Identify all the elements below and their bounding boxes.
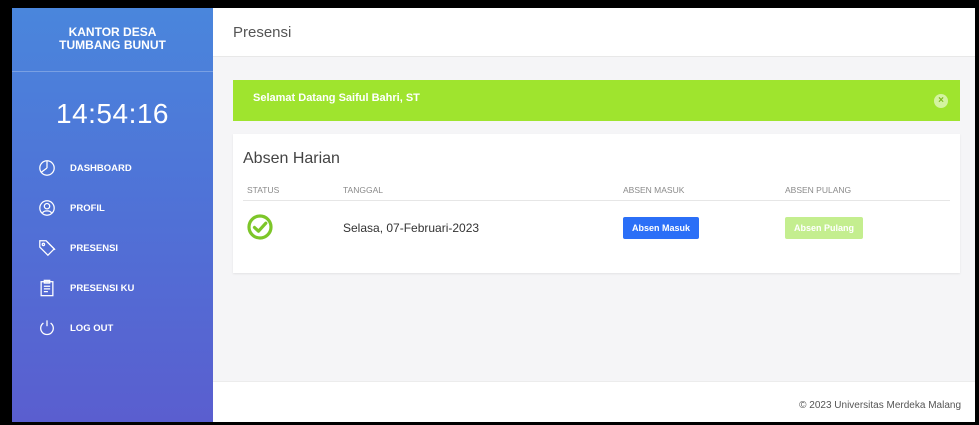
user-circle-icon [39, 200, 55, 216]
app-window: KANTOR DESA TUMBANG BUNUT 14:54:16 DASHB… [12, 8, 975, 422]
column-header-absen-pulang: ABSEN PULANG [785, 185, 852, 195]
attendance-card: Absen Harian STATUS TANGGAL ABSEN MASUK … [233, 134, 960, 273]
check-circle-icon [247, 214, 273, 240]
welcome-alert: Selamat Datang Saiful Bahri, ST × [233, 80, 960, 121]
clipboard-icon [40, 279, 54, 297]
copyright-text: © 2023 Universitas Merdeka Malang [799, 400, 961, 411]
clock: 14:54:16 [56, 98, 169, 129]
card-title: Absen Harian [243, 150, 340, 167]
page-header: Presensi [213, 8, 975, 57]
close-icon[interactable]: × [934, 94, 948, 108]
absen-masuk-button[interactable]: Absen Masuk [623, 217, 700, 239]
sidebar-item-presensi-ku[interactable]: PRESENSI KU [12, 268, 213, 308]
attendance-date: Selasa, 07-Februari-2023 [343, 221, 480, 235]
column-header-absen-masuk: ABSEN MASUK [623, 185, 685, 195]
main-content: Presensi Selamat Datang Saiful Bahri, ST… [213, 8, 975, 422]
tag-icon [39, 240, 56, 257]
footer: © 2023 Universitas Merdeka Malang [213, 381, 975, 422]
sidebar-item-label: PROFIL [70, 202, 105, 214]
sidebar-item-profil[interactable]: PROFIL [12, 188, 213, 228]
table-header-divider [243, 200, 950, 201]
sidebar-item-label: LOG OUT [70, 322, 114, 334]
absen-pulang-button[interactable]: Absen Pulang [785, 217, 864, 239]
sidebar-item-label: PRESENSI [70, 242, 119, 254]
column-header-tanggal: TANGGAL [343, 185, 383, 195]
sidebar-item-dashboard[interactable]: DASHBOARD [12, 148, 213, 188]
sidebar-item-label: PRESENSI KU [70, 282, 135, 294]
alert-message: Selamat Datang Saiful Bahri, ST [253, 92, 420, 104]
brand-title: KANTOR DESA TUMBANG BUNUT [12, 8, 213, 72]
page-title: Presensi [233, 23, 292, 41]
sidebar-item-presensi[interactable]: PRESENSI [12, 228, 213, 268]
sidebar-item-label: DASHBOARD [70, 162, 132, 174]
sidebar-nav: DASHBOARD PROFIL PRESENSI PRESENSI KU LO… [12, 148, 213, 348]
sidebar: KANTOR DESA TUMBANG BUNUT 14:54:16 DASHB… [12, 8, 213, 422]
sidebar-item-logout[interactable]: LOG OUT [12, 308, 213, 348]
power-icon [40, 320, 54, 336]
dashboard-gauge-icon [39, 160, 55, 176]
column-header-status: STATUS [247, 185, 280, 195]
